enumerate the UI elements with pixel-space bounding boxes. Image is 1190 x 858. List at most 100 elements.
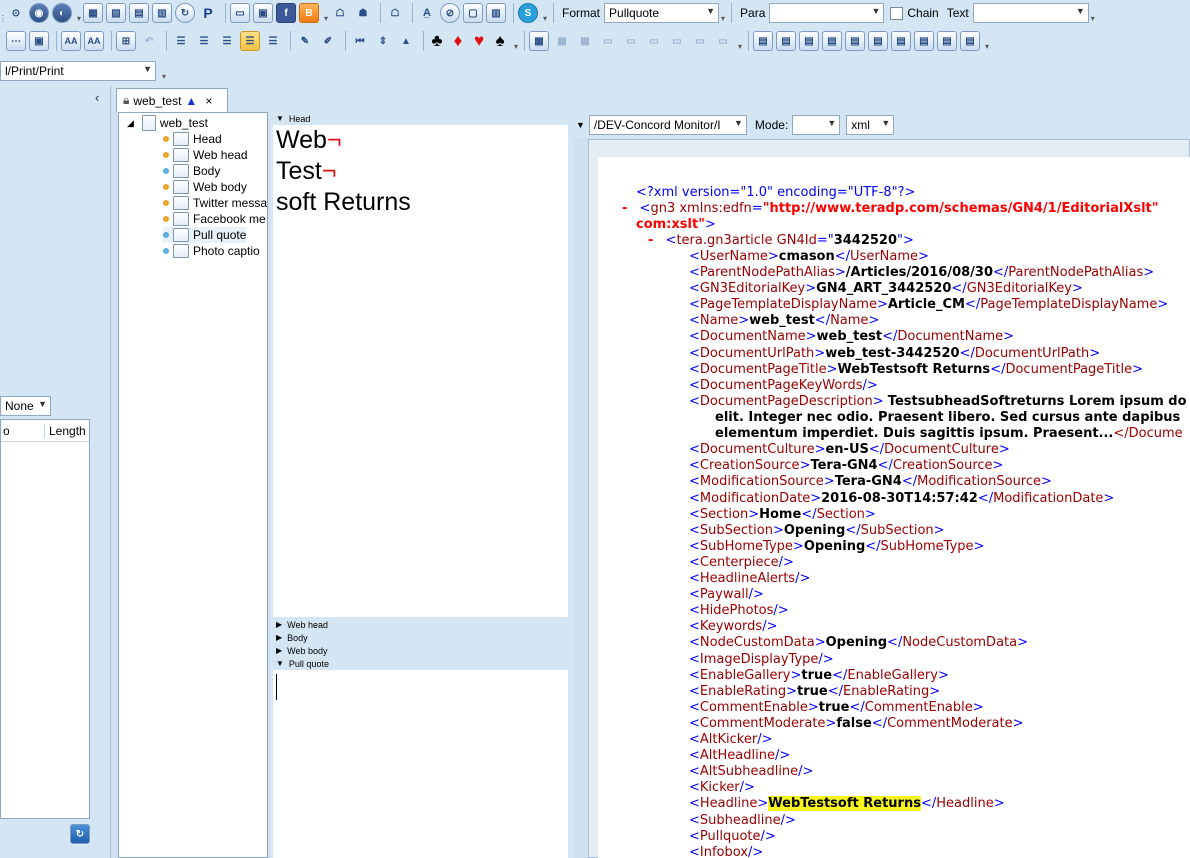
toolbar-overflow-icon[interactable]: ▾ [983, 31, 991, 51]
layout-8-icon[interactable]: ▤ [914, 31, 934, 51]
columns-icon[interactable]: ▥ [486, 3, 506, 23]
section-header-head[interactable]: ▼ Head [270, 112, 568, 125]
frame-icon[interactable]: ▢ [463, 3, 483, 23]
compass-icon[interactable]: ⊘ [440, 3, 460, 23]
grid-column-header[interactable]: Length [45, 424, 86, 438]
align-center-icon[interactable]: ☰ [194, 31, 214, 51]
tree-item[interactable]: Web head [163, 147, 248, 163]
toolbar-overflow-icon[interactable]: ▾ [322, 3, 330, 23]
xml-viewer[interactable]: <?xml version="1.0" encoding="UTF-8"?> -… [598, 157, 1190, 858]
layout-1-icon[interactable]: ▤ [753, 31, 773, 51]
toolbar-overflow-icon[interactable]: ▾ [719, 3, 727, 23]
align-left-icon[interactable]: ☰ [171, 31, 191, 51]
section-header-pull-quote[interactable]: ▼ Pull quote [270, 657, 568, 670]
tree-item[interactable]: Facebook me [163, 211, 266, 227]
image-edit-icon[interactable]: ▧ [106, 3, 126, 23]
collapse-node-icon[interactable]: - [622, 201, 627, 216]
layout-6-icon[interactable]: ▤ [868, 31, 888, 51]
tree-item[interactable]: Pull quote [163, 227, 247, 243]
tree-item[interactable]: Head [163, 131, 222, 147]
binoculars-icon[interactable]: ⊙ [6, 3, 26, 23]
tree-item[interactable]: Web body [163, 179, 247, 195]
skype-icon[interactable]: S [518, 3, 538, 23]
layout-10-icon[interactable]: ▤ [960, 31, 980, 51]
expand-icon[interactable]: ◢ [127, 118, 134, 129]
filter-select[interactable]: None ▼ [0, 396, 51, 416]
diamond-suit-icon[interactable]: ♦ [449, 31, 467, 51]
layout-5-icon[interactable]: ▤ [845, 31, 865, 51]
align-right-icon[interactable]: ☰ [217, 31, 237, 51]
document-icon[interactable]: ▤ [129, 3, 149, 23]
facebook-icon[interactable]: f [276, 3, 296, 23]
mode-select[interactable]: ▼ [792, 115, 841, 135]
tree-item[interactable]: Twitter messa [163, 195, 267, 211]
toolbar-overflow-icon[interactable]: ▾ [1089, 3, 1097, 23]
globe-icon[interactable]: ◉ [29, 3, 49, 23]
para-select[interactable]: ▼ [769, 3, 885, 23]
align-justify-all-icon[interactable]: ☰ [263, 31, 283, 51]
document-pdf-icon[interactable]: ▥ [152, 3, 172, 23]
undo-icon[interactable]: ↶ [139, 31, 159, 51]
club-suit-icon[interactable]: ♣ [428, 31, 446, 51]
tree-item[interactable]: Body [163, 163, 220, 179]
user-swap-icon[interactable]: ☗ [353, 3, 373, 23]
grid-disabled-5-icon[interactable]: ▭ [644, 31, 664, 51]
toolbar-overflow-icon[interactable]: ▾ [736, 31, 744, 51]
format-select[interactable]: Pullquote ▼ [604, 3, 720, 23]
grid-disabled-6-icon[interactable]: ▭ [667, 31, 687, 51]
font-size-up-icon[interactable]: AA [61, 31, 81, 51]
grid-disabled-8-icon[interactable]: ▭ [713, 31, 733, 51]
grid-disabled-1-icon[interactable]: ▦ [552, 31, 572, 51]
heart-suit-icon[interactable]: ♥ [470, 31, 488, 51]
grid-disabled-2-icon[interactable]: ▦ [575, 31, 595, 51]
refresh-icon[interactable]: ↻ [70, 824, 90, 844]
grid-disabled-3-icon[interactable]: ▭ [598, 31, 618, 51]
section-header-web-body[interactable]: ▶ Web body [270, 644, 568, 657]
tree-item[interactable]: Photo captio [163, 243, 260, 259]
grid-disabled-4-icon[interactable]: ▭ [621, 31, 641, 51]
view-format-select[interactable]: xml ▼ [846, 115, 895, 135]
globe-search-icon[interactable]: ◐ [52, 3, 72, 23]
images-icon[interactable]: ▦ [83, 3, 103, 23]
justify-icon[interactable]: ☰ [240, 31, 260, 51]
grid-column-header[interactable]: o [1, 423, 45, 438]
grid-disabled-7-icon[interactable]: ▭ [690, 31, 710, 51]
toolbar-overflow-icon[interactable]: ▾ [160, 61, 168, 81]
xml-path-select[interactable]: /DEV-Concord Monitor/I ▼ [588, 115, 747, 135]
layout-9-icon[interactable]: ▤ [937, 31, 957, 51]
toolbar-overflow-icon[interactable]: ▾ [541, 3, 549, 23]
refresh-document-icon[interactable]: ↻ [175, 3, 195, 23]
user-move-icon[interactable]: ☖ [330, 3, 350, 23]
layout-7-icon[interactable]: ▤ [891, 31, 911, 51]
results-grid[interactable]: o Length [0, 419, 90, 819]
table-insert-icon[interactable]: ⊞ [116, 31, 136, 51]
screen-icon[interactable]: ▭ [230, 3, 250, 23]
section-header-body[interactable]: ▶ Body [270, 631, 568, 644]
p-icon[interactable]: P [198, 3, 218, 23]
text-select[interactable]: ▼ [972, 3, 1089, 23]
user-upload-icon[interactable]: ☖ [385, 3, 405, 23]
collapse-pane-icon[interactable]: ‹ [95, 90, 99, 105]
section-header-web-head[interactable]: ▶ Web head [270, 618, 568, 631]
marker-icon[interactable]: ✐ [318, 31, 338, 51]
pipette-icon[interactable]: ✎ [295, 31, 315, 51]
tree-root[interactable]: ◢ web_test [127, 115, 208, 131]
spell-check-icon[interactable]: A̲ [417, 3, 437, 23]
grid-icon[interactable]: ▦ [529, 31, 549, 51]
close-tab-icon[interactable]: × [205, 94, 212, 108]
chain-checkbox[interactable] [890, 6, 904, 20]
spade-suit-icon[interactable]: ♠ [491, 31, 509, 51]
font-size-down-icon[interactable]: AA [84, 31, 104, 51]
collapse-icon[interactable]: ▲ [396, 31, 416, 51]
triangle-down-icon[interactable]: ▼ [576, 120, 585, 130]
pull-quote-text-area[interactable] [273, 670, 568, 858]
layout-4-icon[interactable]: ▤ [822, 31, 842, 51]
layout-3-icon[interactable]: ▤ [799, 31, 819, 51]
dots-icon[interactable]: ⋯ [6, 31, 26, 51]
first-page-icon[interactable]: ⏮ [350, 31, 370, 51]
toolbar-overflow-icon[interactable]: ▾ [512, 31, 520, 51]
collapse-node-icon[interactable]: - [648, 233, 653, 248]
print-path-select[interactable]: l/Print/Print ▼ [0, 61, 156, 81]
toolbar-overflow-icon[interactable]: ▾ [75, 3, 83, 23]
blogger-icon[interactable]: B [299, 3, 319, 23]
